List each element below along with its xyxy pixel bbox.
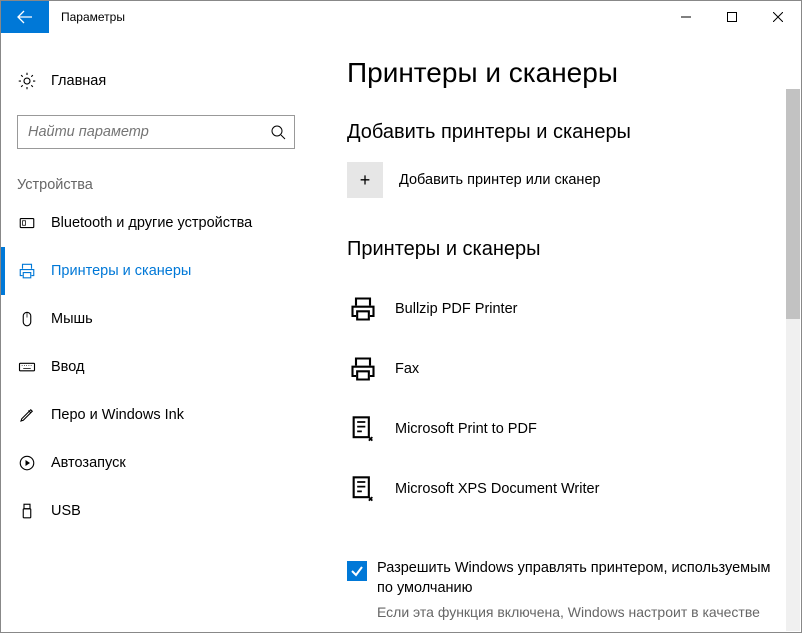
pdf-printer-icon [347, 475, 379, 503]
add-section-title: Добавить принтеры и сканеры [347, 121, 779, 144]
search-box[interactable] [17, 115, 295, 149]
pdf-printer-icon [347, 415, 379, 443]
sidebar-item-label: USB [51, 503, 81, 519]
add-button-label: Добавить принтер или сканер [399, 172, 601, 188]
list-section-title: Принтеры и сканеры [347, 238, 779, 261]
plus-icon: + [360, 170, 371, 191]
default-printer-checkbox-row[interactable]: Разрешить Windows управлять принтером, и… [347, 559, 779, 598]
printer-item[interactable]: Microsoft XPS Document Writer [347, 459, 779, 519]
sidebar-item-bluetooth[interactable]: Bluetooth и другие устройства [1, 199, 311, 247]
printer-item[interactable]: Bullzip PDF Printer [347, 279, 779, 339]
checkbox-label: Разрешить Windows управлять принтером, и… [377, 559, 779, 598]
printer-icon [347, 295, 379, 323]
sidebar-item-usb[interactable]: USB [1, 487, 311, 535]
scrollbar[interactable] [786, 89, 800, 631]
minimize-button[interactable] [663, 1, 709, 33]
keyboard-icon [17, 358, 37, 376]
printer-item[interactable]: Microsoft Print to PDF [347, 399, 779, 459]
add-printer-row[interactable]: + Добавить принтер или сканер [347, 162, 779, 198]
printer-icon [17, 262, 37, 280]
scrollbar-thumb[interactable] [786, 89, 800, 319]
main-panel: Принтеры и сканеры Добавить принтеры и с… [311, 33, 801, 634]
printer-name: Microsoft XPS Document Writer [395, 481, 599, 497]
mouse-icon [17, 310, 37, 328]
window-controls [663, 1, 801, 33]
sidebar-home-label: Главная [51, 73, 106, 89]
checkbox-checked[interactable] [347, 561, 367, 581]
pen-icon [17, 406, 37, 424]
sidebar-home[interactable]: Главная [1, 61, 311, 101]
close-button[interactable] [755, 1, 801, 33]
sidebar-item-pen[interactable]: Перо и Windows Ink [1, 391, 311, 439]
sidebar-item-label: Мышь [51, 311, 93, 327]
sidebar-item-label: Перо и Windows Ink [51, 407, 184, 423]
sidebar-item-mouse[interactable]: Мышь [1, 295, 311, 343]
window-title: Параметры [61, 10, 125, 24]
add-button[interactable]: + [347, 162, 383, 198]
autoplay-icon [17, 454, 37, 472]
sidebar-item-typing[interactable]: Ввод [1, 343, 311, 391]
printer-name: Bullzip PDF Printer [395, 301, 517, 317]
maximize-icon [727, 12, 737, 22]
printer-name: Fax [395, 361, 419, 377]
checkbox-description: Если эта функция включена, Windows настр… [377, 604, 779, 620]
close-icon [773, 12, 783, 22]
sidebar-item-label: Bluetooth и другие устройства [51, 215, 252, 231]
back-button[interactable] [1, 1, 49, 33]
minimize-icon [681, 12, 691, 22]
printer-name: Microsoft Print to PDF [395, 421, 537, 437]
maximize-button[interactable] [709, 1, 755, 33]
sidebar-item-autoplay[interactable]: Автозапуск [1, 439, 311, 487]
checkmark-icon [350, 564, 364, 578]
sidebar-item-label: Ввод [51, 359, 84, 375]
sidebar-item-label: Принтеры и сканеры [51, 263, 191, 279]
sidebar-item-printers[interactable]: Принтеры и сканеры [1, 247, 311, 295]
sidebar-category-header: Устройства [17, 177, 311, 193]
printer-icon [347, 355, 379, 383]
search-input[interactable] [28, 124, 270, 140]
sidebar: Главная Устройства Bluetooth и другие ус… [1, 33, 311, 634]
device-icon [17, 214, 37, 232]
usb-icon [17, 502, 37, 520]
titlebar: Параметры [1, 1, 801, 33]
search-icon [270, 124, 286, 140]
sidebar-item-label: Автозапуск [51, 455, 126, 471]
printer-item[interactable]: Fax [347, 339, 779, 399]
page-title: Принтеры и сканеры [347, 57, 779, 89]
back-arrow-icon [17, 9, 33, 25]
gear-icon [17, 72, 37, 90]
